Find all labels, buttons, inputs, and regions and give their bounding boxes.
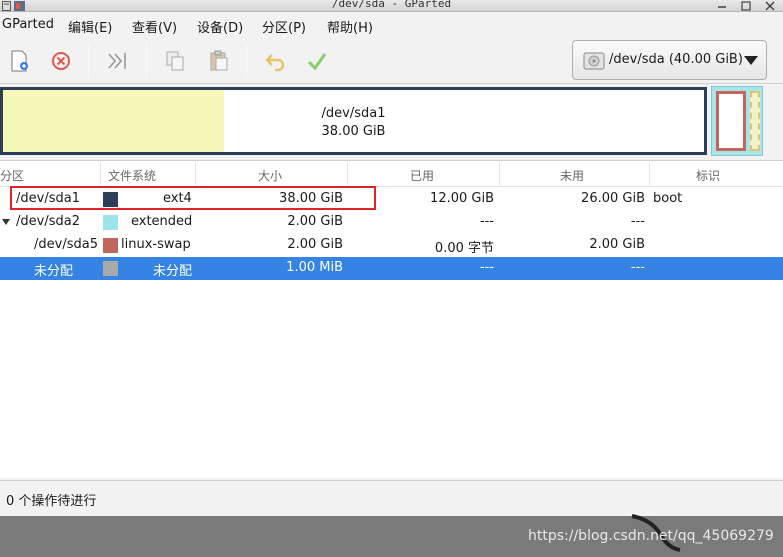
fs-color-swatch xyxy=(103,192,118,207)
disk-icon xyxy=(583,52,605,70)
fs-color-swatch xyxy=(103,215,118,230)
close-icon[interactable] xyxy=(761,0,779,12)
watermark-text: https://blog.csdn.net/qq_45069279 xyxy=(528,528,774,544)
table-row[interactable]: /dev/sda1 ext4 38.00 GiB 12.00 GiB 26.00… xyxy=(0,188,783,211)
menu-edit[interactable]: 编辑(E) xyxy=(68,17,112,36)
undo-button[interactable] xyxy=(260,46,290,76)
cell-partition: /dev/sda5 xyxy=(34,237,98,252)
minimize-icon[interactable] xyxy=(713,0,731,12)
cell-used: 0.00 字节 xyxy=(434,241,494,256)
table-row[interactable]: /dev/sda5 linux-swap 2.00 GiB 0.00 字节 2.… xyxy=(0,234,783,257)
undo-icon xyxy=(265,54,285,72)
disk-map-partition-size: 38.00 GiB xyxy=(321,124,386,139)
cell-partition: /dev/sda1 xyxy=(16,191,80,206)
maximize-icon[interactable] xyxy=(737,0,755,12)
resize-move-icon xyxy=(108,53,126,69)
disk-map-unallocated[interactable] xyxy=(750,91,760,151)
cell-filesystem: 未分配 xyxy=(153,264,193,279)
cell-used: --- xyxy=(479,214,494,229)
paste-button[interactable] xyxy=(204,46,234,76)
status-bar: 0 个操作待进行 xyxy=(0,480,783,514)
cell-size: 1.00 MiB xyxy=(286,260,343,275)
disk-map-extended[interactable] xyxy=(711,86,763,156)
menu-device[interactable]: 设备(D) xyxy=(197,17,243,36)
cell-unused: --- xyxy=(630,214,645,229)
copy-button[interactable] xyxy=(160,46,190,76)
cell-partition: 未分配 xyxy=(34,264,74,279)
partition-fill-used xyxy=(3,90,224,152)
chevron-down-icon xyxy=(744,56,758,65)
header-filesystem[interactable]: 文件系统 xyxy=(108,167,156,184)
apply-button[interactable] xyxy=(302,46,332,76)
table-row[interactable]: 未分配 未分配 1.00 MiB --- --- xyxy=(0,257,783,280)
cell-used: 12.00 GiB xyxy=(430,191,494,206)
cell-size: 2.00 GiB xyxy=(287,214,343,229)
new-partition-button[interactable] xyxy=(4,46,34,76)
expander-arrow-icon[interactable] xyxy=(2,219,10,225)
menu-help[interactable]: 帮助(H) xyxy=(327,17,373,36)
cell-size: 2.00 GiB xyxy=(287,237,343,252)
cell-used: --- xyxy=(479,260,494,275)
delete-button[interactable] xyxy=(46,46,76,76)
cell-unused: 26.00 GiB xyxy=(581,191,645,206)
fs-color-swatch xyxy=(103,238,118,253)
header-size[interactable]: 大小 xyxy=(258,167,282,184)
fs-color-swatch xyxy=(103,261,118,276)
disk-map-swap[interactable] xyxy=(716,91,746,151)
gparted-window: /dev/sda - GParted GParted 编辑(E) 查看(V) 设… xyxy=(0,0,783,516)
device-selector[interactable]: /dev/sda (40.00 GiB) xyxy=(572,40,767,80)
table-header: 分区 文件系统 大小 已用 未用 标识 xyxy=(0,161,783,187)
menu-view[interactable]: 查看(V) xyxy=(132,17,177,36)
disk-map-sda1[interactable]: /dev/sda1 38.00 GiB xyxy=(0,87,707,155)
window-title: /dev/sda - GParted xyxy=(331,0,452,10)
cell-unused: --- xyxy=(630,260,645,275)
pending-operations-text: 0 个操作待进行 xyxy=(6,494,97,509)
paste-icon xyxy=(210,50,228,71)
cell-filesystem: linux-swap xyxy=(121,237,191,252)
menu-bar: GParted 编辑(E) 查看(V) 设备(D) 分区(P) 帮助(H) xyxy=(0,13,783,38)
cell-filesystem: ext4 xyxy=(163,191,192,206)
new-partition-icon xyxy=(11,50,28,72)
apply-icon xyxy=(307,53,327,71)
delete-icon xyxy=(52,52,70,70)
header-used[interactable]: 已用 xyxy=(410,167,434,184)
cell-unused: 2.00 GiB xyxy=(589,237,645,252)
title-bar: /dev/sda - GParted xyxy=(0,0,783,12)
header-flags[interactable]: 标识 xyxy=(696,167,720,184)
copy-icon xyxy=(166,51,184,71)
table-row[interactable]: /dev/sda2 extended 2.00 GiB --- --- xyxy=(0,211,783,234)
menu-gparted[interactable]: GParted xyxy=(2,17,54,32)
resize-move-button[interactable] xyxy=(102,46,132,76)
cell-size: 38.00 GiB xyxy=(279,191,343,206)
disk-map-partition-name: /dev/sda1 xyxy=(321,106,386,121)
cell-partition: /dev/sda2 xyxy=(16,214,80,229)
cell-flags: boot xyxy=(653,191,683,206)
device-label: /dev/sda (40.00 GiB) xyxy=(609,52,743,67)
partition-table: 分区 文件系统 大小 已用 未用 标识 /dev/sda1 ext4 38.00… xyxy=(0,160,783,478)
header-partition[interactable]: 分区 xyxy=(0,167,24,184)
cell-filesystem: extended xyxy=(131,214,193,229)
menu-partition[interactable]: 分区(P) xyxy=(262,17,306,36)
header-unused[interactable]: 未用 xyxy=(560,167,584,184)
